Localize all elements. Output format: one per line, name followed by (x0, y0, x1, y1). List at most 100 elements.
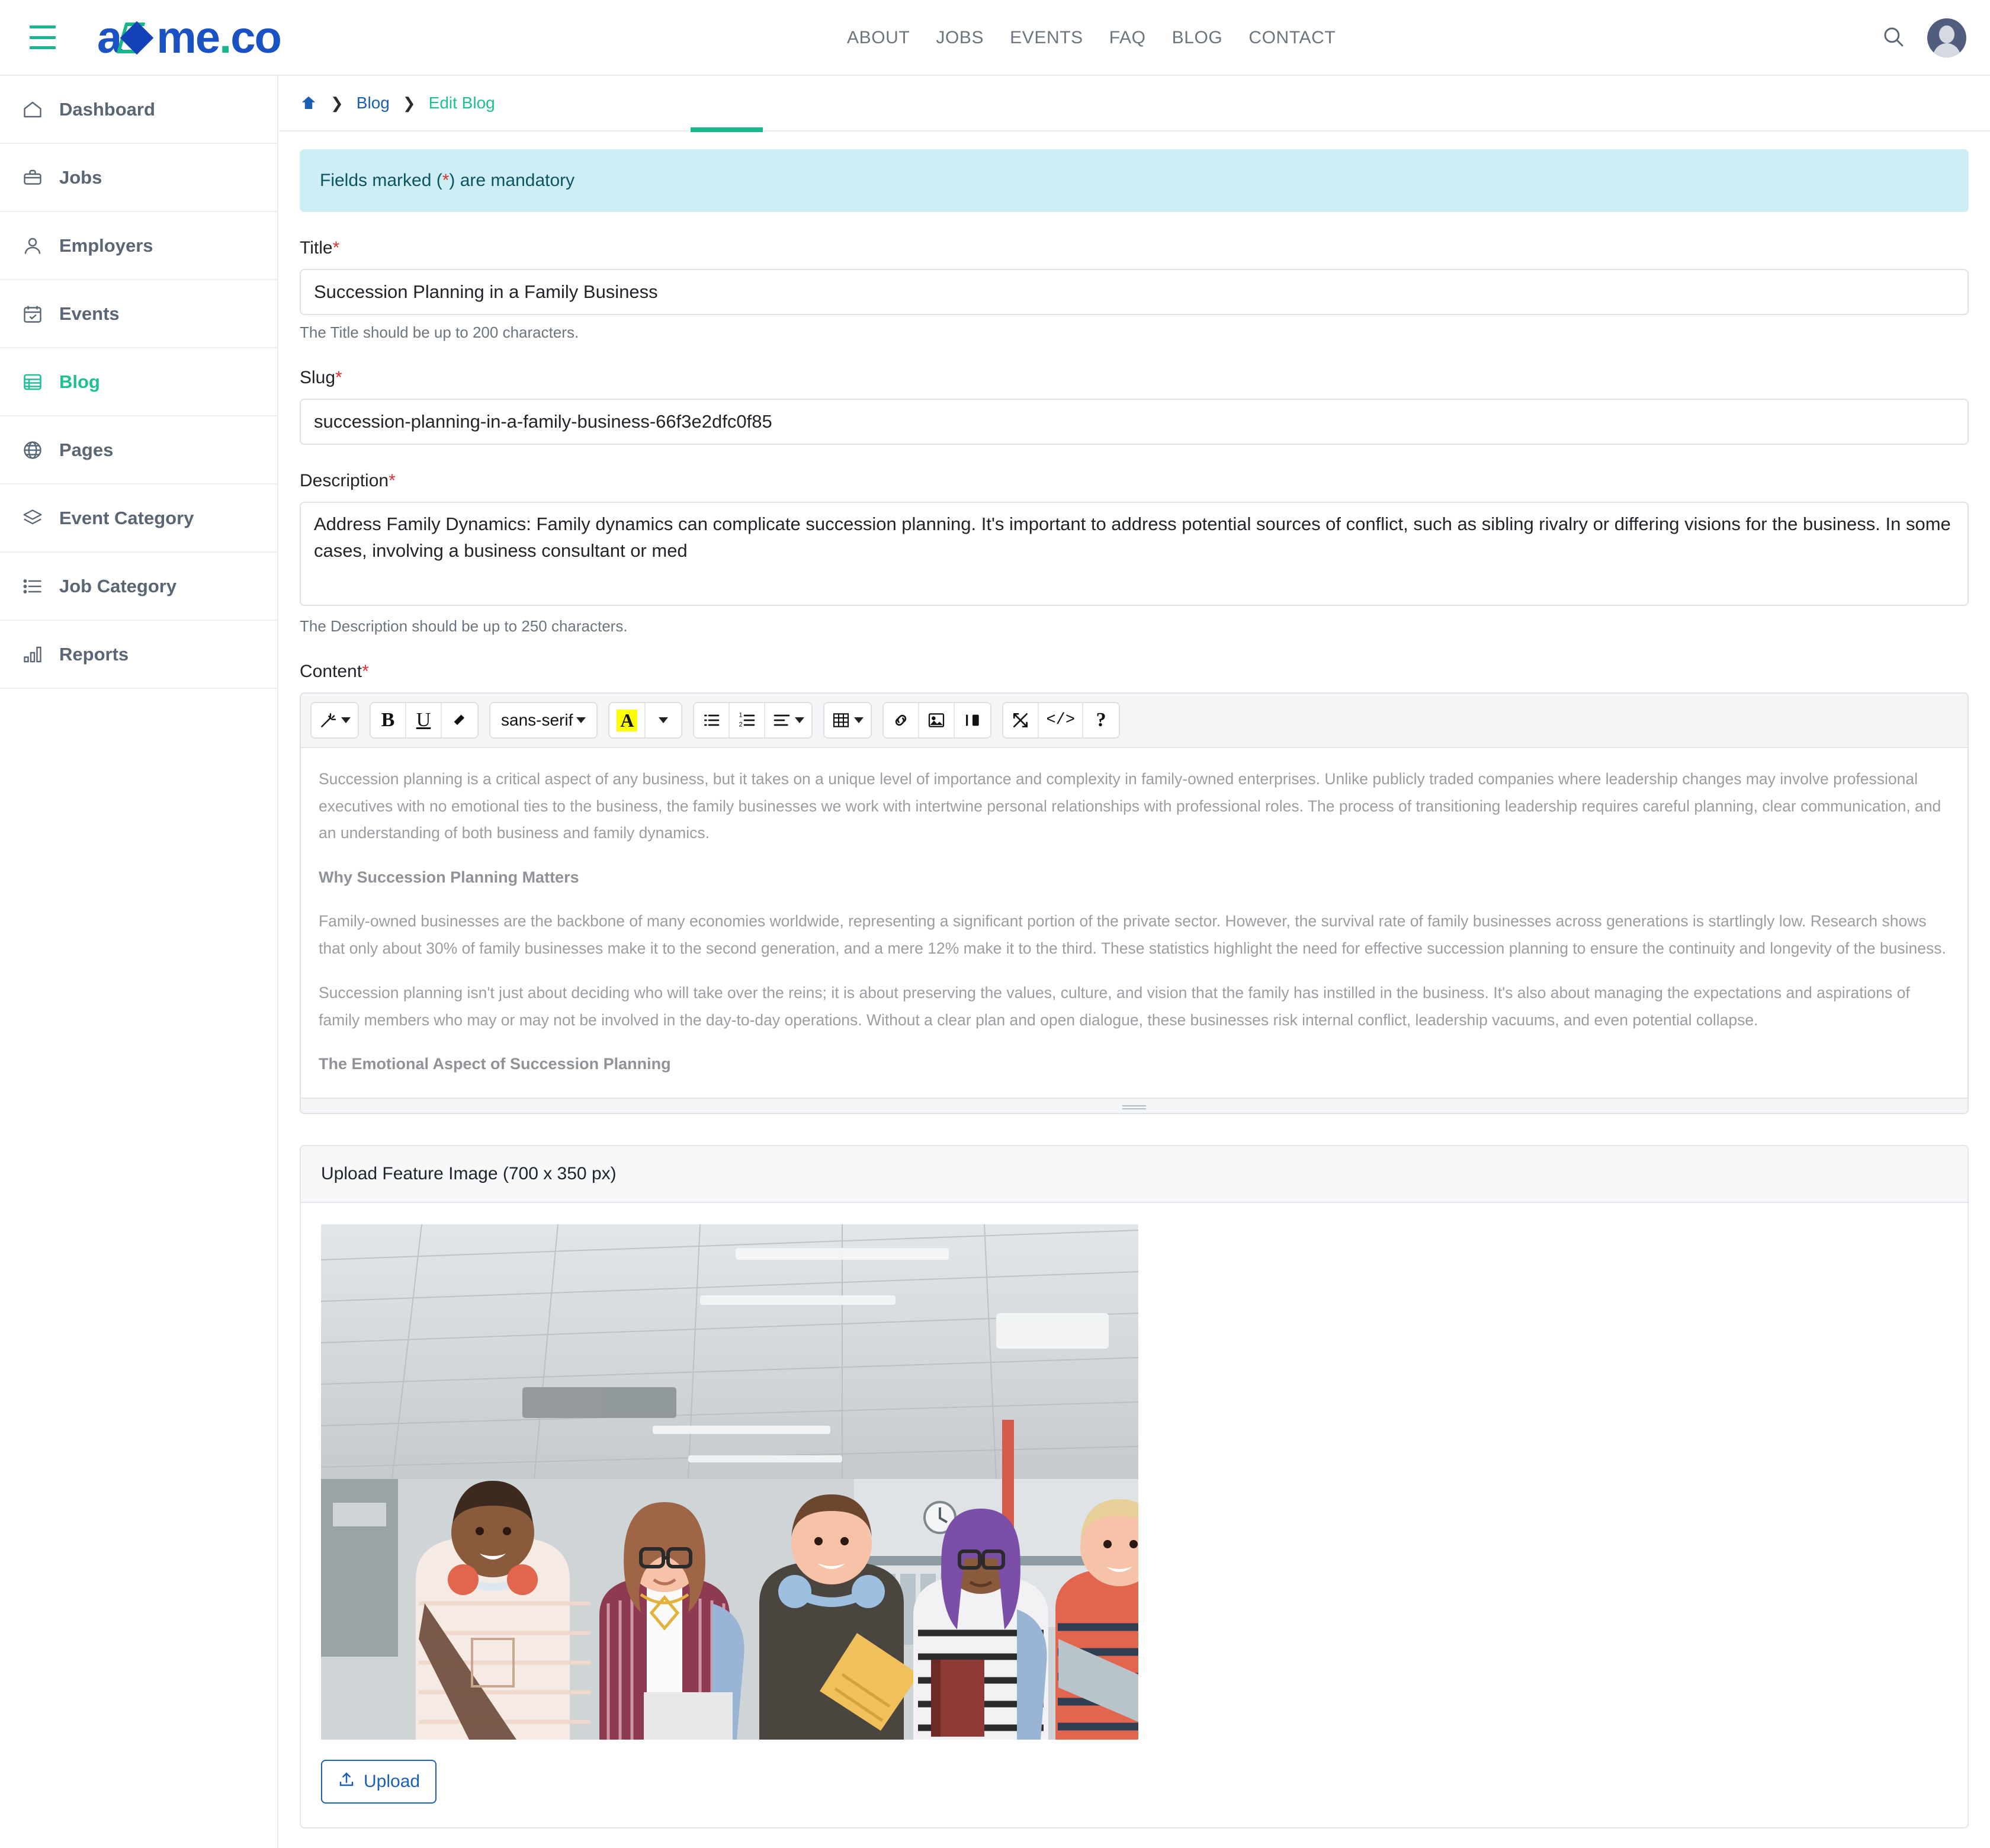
toolbar-group-view: </> ? (1002, 702, 1121, 739)
mandatory-fields-alert: Fields marked (*) are mandatory (300, 149, 1969, 212)
link-icon[interactable] (884, 703, 920, 737)
bar-chart-icon (21, 643, 44, 666)
toolbar-group-table (823, 702, 872, 739)
magic-wand-icon[interactable] (312, 703, 358, 737)
sidebar-item-events[interactable]: Events (0, 280, 277, 348)
sidebar-item-reports[interactable]: Reports (0, 621, 277, 689)
title-help-text: The Title should be up to 200 characters… (300, 323, 579, 341)
sidebar-item-label: Employers (59, 235, 153, 256)
breadcrumb: ❯ Blog ❯ Edit Blog (280, 76, 1990, 132)
sidebar-item-blog[interactable]: Blog (0, 348, 277, 416)
sidebar-item-employers[interactable]: Employers (0, 212, 277, 280)
help-button[interactable]: ? (1083, 703, 1119, 737)
numbered-list-icon[interactable]: 12 (730, 703, 766, 737)
nav-item-jobs[interactable]: JOBS (936, 28, 984, 48)
brand-diamond-icon (116, 18, 155, 57)
slug-input[interactable] (300, 399, 1969, 445)
font-color-dropdown-icon[interactable] (646, 703, 682, 737)
nav-item-events[interactable]: EVENTS (1010, 28, 1083, 48)
brand-logo[interactable]: a me . co (97, 12, 282, 63)
sidebar-item-event-category[interactable]: Event Category (0, 485, 277, 553)
sidebar-item-label: Jobs (59, 166, 102, 188)
feature-image-card-header: Upload Feature Image (700 x 350 px) (301, 1146, 1967, 1203)
main-content: ❯ Blog ❯ Edit Blog Fields marked (*) are… (280, 76, 1990, 1848)
breadcrumb-separator: ❯ (330, 94, 344, 112)
title-label-text: Title (300, 238, 333, 258)
upload-button[interactable]: Upload (321, 1760, 437, 1804)
editor-content-area[interactable]: Succession planning is a critical aspect… (301, 748, 1967, 1098)
home-icon (21, 98, 44, 121)
nav-item-faq[interactable]: FAQ (1109, 28, 1146, 48)
bold-button[interactable]: B (371, 703, 406, 737)
list-icon (21, 575, 44, 598)
nav-item-about[interactable]: ABOUT (847, 28, 910, 48)
upload-icon (338, 1770, 355, 1793)
avatar[interactable] (1927, 18, 1966, 57)
brand-suffix: co (230, 12, 282, 63)
sidebar-item-jobs[interactable]: Jobs (0, 144, 277, 212)
breadcrumb-item-edit-blog[interactable]: Edit Blog (429, 94, 495, 113)
image-icon[interactable] (919, 703, 955, 737)
alert-required-star: * (442, 171, 450, 190)
align-left-icon[interactable] (765, 703, 812, 737)
editor-resize-handle[interactable] (301, 1098, 1967, 1113)
toolbar-group-lists: 12 (693, 702, 813, 739)
breadcrumb-item-blog[interactable]: Blog (357, 94, 390, 113)
sidebar-item-label: Job Category (59, 575, 177, 596)
description-label: Description* (300, 471, 1969, 491)
toolbar-group-font: sans-serif (489, 702, 598, 739)
header-actions (1881, 0, 1966, 76)
toolbar-group-magic (310, 702, 359, 739)
underline-button[interactable]: U (406, 703, 442, 737)
content-label: Content* (300, 662, 1969, 682)
sidebar-item-label: Events (59, 303, 120, 324)
table-grid-icon[interactable] (824, 703, 871, 737)
font-family-value: sans-serif (501, 711, 573, 729)
required-marker: * (362, 662, 369, 681)
sidebar-item-job-category[interactable]: Job Category (0, 553, 277, 621)
svg-text:2: 2 (739, 721, 743, 729)
search-icon[interactable] (1881, 24, 1906, 52)
sidebar-item-dashboard[interactable]: Dashboard (0, 76, 277, 144)
menu-toggle-icon[interactable] (30, 25, 56, 49)
nav-item-contact[interactable]: CONTACT (1248, 28, 1336, 48)
description-label-text: Description (300, 471, 389, 490)
brand-name-left: a (97, 12, 122, 63)
editor-paragraph: Succession planning isn't just about dec… (319, 984, 1910, 1029)
nav-item-blog[interactable]: BLOG (1172, 28, 1223, 48)
sidebar: Dashboard Jobs Employers Events Blog Pag… (0, 76, 278, 1848)
slug-label-text: Slug (300, 368, 336, 387)
video-icon[interactable] (955, 703, 991, 737)
font-family-select[interactable]: sans-serif (490, 703, 597, 737)
upload-button-label: Upload (364, 1772, 421, 1791)
app-root: a me . co ABOUT JOBS EVENTS FAQ BLOG CON… (0, 0, 1990, 1848)
eraser-icon[interactable] (442, 703, 477, 737)
toolbar-group-insert (882, 702, 992, 739)
font-color-button[interactable]: A (609, 703, 646, 737)
content-label-text: Content (300, 662, 362, 681)
required-marker: * (332, 238, 340, 258)
code-view-button[interactable]: </> (1039, 703, 1084, 737)
editor-paragraph: Succession planning is a critical aspect… (319, 770, 1941, 842)
description-help-text: The Description should be up to 250 char… (300, 617, 628, 635)
main-navigation: ABOUT JOBS EVENTS FAQ BLOG CONTACT (847, 0, 1336, 76)
description-textarea[interactable]: Address Family Dynamics: Family dynamics… (300, 502, 1969, 606)
sidebar-item-label: Dashboard (59, 98, 155, 120)
svg-text:1: 1 (739, 712, 743, 719)
breadcrumb-active-underline (691, 127, 763, 132)
feature-image-preview (321, 1224, 1138, 1740)
fullscreen-icon[interactable] (1003, 703, 1039, 737)
globe-icon (21, 439, 44, 461)
required-marker: * (389, 471, 396, 490)
user-icon (21, 235, 44, 257)
required-marker: * (335, 368, 342, 387)
editor-paragraph: Family-owned businesses are the backbone… (319, 912, 1946, 957)
bullet-list-icon[interactable] (694, 703, 730, 737)
home-icon[interactable] (300, 94, 317, 112)
title-input[interactable] (300, 269, 1969, 315)
sidebar-item-label: Reports (59, 643, 129, 665)
toolbar-group-color: A (608, 702, 683, 739)
sidebar-item-label: Pages (59, 439, 114, 460)
editor-heading: Why Succession Planning Matters (319, 868, 579, 886)
sidebar-item-pages[interactable]: Pages (0, 416, 277, 485)
